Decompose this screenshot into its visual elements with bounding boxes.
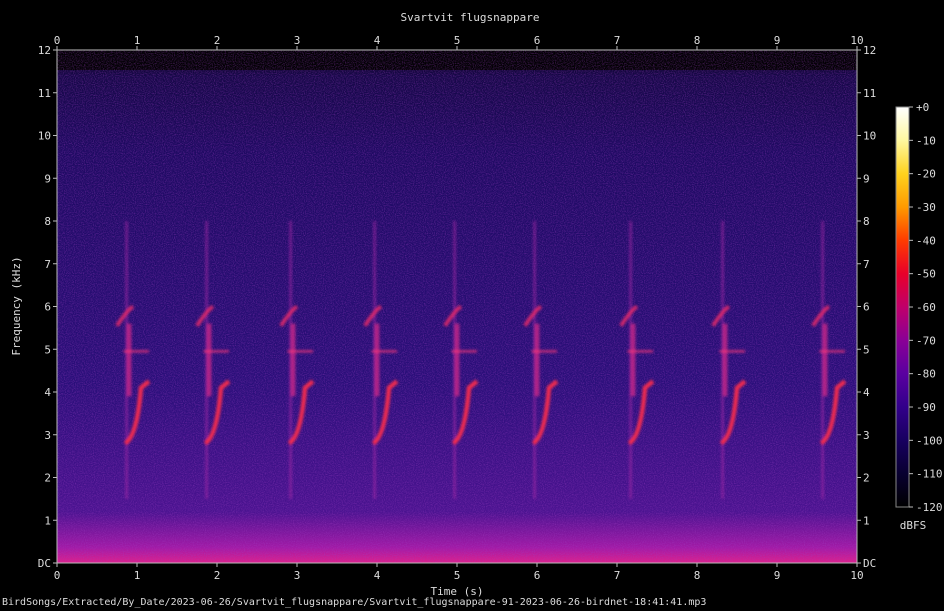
- y-tick-label-right: 2: [863, 472, 870, 485]
- x-tick-label-bottom: 10: [850, 569, 863, 582]
- colorbar-tick-label: -60: [916, 301, 936, 314]
- x-tick-label-bottom: 5: [454, 569, 461, 582]
- colorbar-tick-label: -110: [916, 468, 943, 481]
- x-tick-label-top: 9: [774, 34, 781, 47]
- colorbar-tick-label: -90: [916, 401, 936, 414]
- y-tick-label-right: 6: [863, 301, 870, 314]
- x-tick-label-bottom: 1: [134, 569, 141, 582]
- spectrogram-image: [57, 50, 857, 563]
- x-tick-label-top: 8: [694, 34, 701, 47]
- x-tick-label-top: 10: [850, 34, 863, 47]
- y-tick-label-left: 9: [44, 172, 51, 185]
- colorbar-tick-label: -80: [916, 368, 936, 381]
- y-tick-label-left: DC: [38, 557, 51, 570]
- y-tick-label-right: 12: [863, 44, 876, 57]
- y-tick-label-right: 3: [863, 429, 870, 442]
- x-tick-label-top: 2: [214, 34, 221, 47]
- y-tick-label-left: 5: [44, 343, 51, 356]
- colorbar-tick-label: +0: [916, 101, 929, 114]
- y-tick-label-right: 11: [863, 87, 876, 100]
- x-tick-label-bottom: 2: [214, 569, 221, 582]
- y-tick-label-left: 2: [44, 472, 51, 485]
- x-tick-label-bottom: 3: [294, 569, 301, 582]
- y-tick-label-left: 8: [44, 215, 51, 228]
- x-tick-label-top: 6: [534, 34, 541, 47]
- y-axis-label: Frequency (kHz): [10, 256, 23, 355]
- spectrogram-figure: Svartvit flugsnappare 001122334455667788…: [10, 11, 943, 598]
- y-tick-label-left: 4: [44, 386, 51, 399]
- colorbar-tick-label: -20: [916, 168, 936, 181]
- y-tick-label-right: 8: [863, 215, 870, 228]
- y-tick-label-left: 3: [44, 429, 51, 442]
- x-tick-label-bottom: 0: [54, 569, 61, 582]
- y-tick-label-right: 1: [863, 514, 870, 527]
- colorbar-tick-label: -100: [916, 434, 943, 447]
- y-tick-label-right: 7: [863, 258, 870, 271]
- colorbar-label: dBFS: [900, 519, 927, 532]
- x-tick-label-top: 4: [374, 34, 381, 47]
- x-tick-label-bottom: 4: [374, 569, 381, 582]
- x-tick-label-top: 5: [454, 34, 461, 47]
- colorbar-tick-label: -120: [916, 501, 943, 514]
- y-tick-label-left: 1: [44, 514, 51, 527]
- y-tick-label-right: 9: [863, 172, 870, 185]
- y-tick-label-right: DC: [863, 557, 876, 570]
- chart-title: Svartvit flugsnappare: [400, 11, 539, 24]
- colorbar-gradient: [896, 107, 909, 507]
- x-tick-label-bottom: 9: [774, 569, 781, 582]
- x-tick-label-bottom: 8: [694, 569, 701, 582]
- colorbar-tick-label: -10: [916, 134, 936, 147]
- colorbar-tick-label: -40: [916, 234, 936, 247]
- y-tick-label-right: 5: [863, 343, 870, 356]
- x-tick-label-top: 7: [614, 34, 621, 47]
- y-tick-label-right: 10: [863, 130, 876, 143]
- y-tick-label-left: 6: [44, 301, 51, 314]
- y-tick-label-right: 4: [863, 386, 870, 399]
- y-tick-label-left: 12: [38, 44, 51, 57]
- x-tick-label-top: 1: [134, 34, 141, 47]
- y-tick-label-left: 7: [44, 258, 51, 271]
- y-tick-label-left: 11: [38, 87, 51, 100]
- x-tick-label-top: 0: [54, 34, 61, 47]
- colorbar-tick-label: -30: [916, 201, 936, 214]
- colorbar-tick-label: -50: [916, 268, 936, 281]
- colorbar-tick-label: -70: [916, 334, 936, 347]
- x-tick-label-top: 3: [294, 34, 301, 47]
- source-file-path: BirdSongs/Extracted/By_Date/2023-06-26/S…: [2, 597, 707, 608]
- y-tick-label-left: 10: [38, 130, 51, 143]
- x-tick-label-bottom: 6: [534, 569, 541, 582]
- x-tick-label-bottom: 7: [614, 569, 621, 582]
- colorbar: +0 -10 -20 -30 -40 -50 -60 -70 -80 -90 -100 -110 -12…: [895, 101, 943, 532]
